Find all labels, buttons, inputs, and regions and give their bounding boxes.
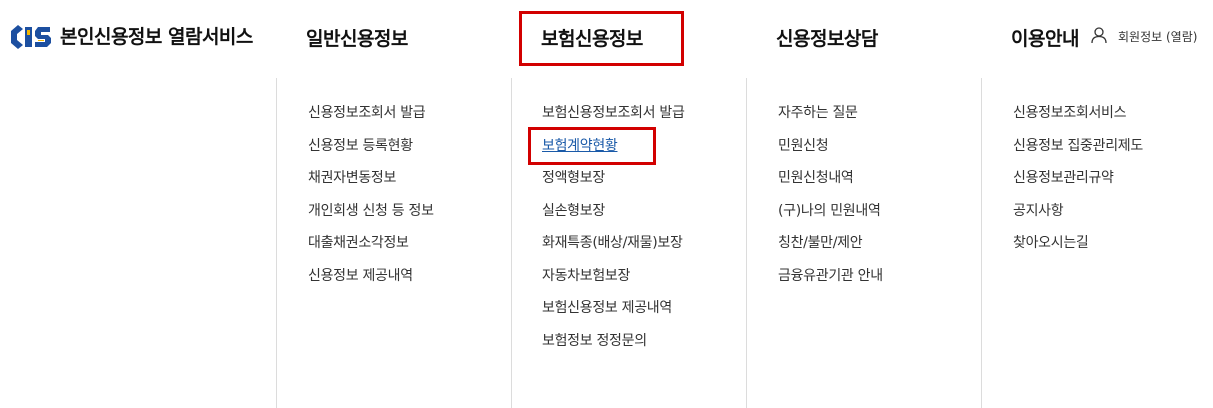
submenu-credit-consult: 자주하는 질문 민원신청 민원신청내역 (구)나의 민원내역 칭찬/불만/제안 … — [778, 100, 883, 295]
highlight-box-menu-item — [528, 127, 656, 165]
menu-item[interactable]: 금융유관기관 안내 — [778, 263, 883, 296]
column-divider — [746, 78, 747, 408]
site-title[interactable]: 본인신용정보 열람서비스 — [60, 22, 253, 49]
menu-item[interactable]: 신용정보 등록현황 — [308, 133, 434, 166]
menu-item[interactable]: 민원신청내역 — [778, 165, 883, 198]
menu-item[interactable]: 실손형보장 — [542, 198, 685, 231]
menu-item[interactable]: 신용정보조회서비스 — [1013, 100, 1143, 133]
menu-item[interactable]: 보험신용정보 제공내역 — [542, 295, 685, 328]
menu-item[interactable]: 공지사항 — [1013, 198, 1143, 231]
highlight-box-nav — [519, 11, 684, 66]
header: 본인신용정보 열람서비스 일반신용정보 보험신용정보 신용정보상담 이용안내 회… — [0, 0, 1213, 78]
menu-item[interactable]: 자주하는 질문 — [778, 100, 883, 133]
menu-item[interactable]: 신용정보 집중관리제도 — [1013, 133, 1143, 166]
member-info-link[interactable]: 회원정보 (열람) — [1118, 28, 1197, 45]
menu-item[interactable]: 자동차보험보장 — [542, 263, 685, 296]
menu-item[interactable]: 칭찬/불만/제안 — [778, 230, 883, 263]
menu-item[interactable]: 신용정보조회서 발급 — [308, 100, 434, 133]
submenu-general-credit: 신용정보조회서 발급 신용정보 등록현황 채권자변동정보 개인회생 신청 등 정… — [308, 100, 434, 295]
logo-icon[interactable] — [8, 22, 54, 52]
user-icon — [1091, 27, 1107, 44]
nav-credit-consult[interactable]: 신용정보상담 — [776, 24, 878, 51]
submenu-usage-guide: 신용정보조회서비스 신용정보 집중관리제도 신용정보관리규약 공지사항 찾아오시… — [1013, 100, 1143, 263]
menu-item[interactable]: 신용정보 제공내역 — [308, 263, 434, 296]
menu-item[interactable]: 보험정보 정정문의 — [542, 328, 685, 361]
menu-item[interactable]: 대출채권소각정보 — [308, 230, 434, 263]
menu-item[interactable]: 신용정보관리규약 — [1013, 165, 1143, 198]
menu-item[interactable]: (구)나의 민원내역 — [778, 198, 883, 231]
menu-item[interactable]: 채권자변동정보 — [308, 165, 434, 198]
nav-general-credit[interactable]: 일반신용정보 — [306, 24, 408, 51]
menu-item[interactable]: 민원신청 — [778, 133, 883, 166]
menu-item[interactable]: 정액형보장 — [542, 165, 685, 198]
menu-item[interactable]: 개인회생 신청 등 정보 — [308, 198, 434, 231]
column-divider — [511, 78, 512, 408]
menu-item[interactable]: 찾아오시는길 — [1013, 230, 1143, 263]
column-divider — [981, 78, 982, 408]
menu-item[interactable]: 화재특종(배상/재물)보장 — [542, 230, 685, 263]
nav-usage-guide[interactable]: 이용안내 — [1011, 24, 1079, 51]
column-divider — [276, 78, 277, 408]
